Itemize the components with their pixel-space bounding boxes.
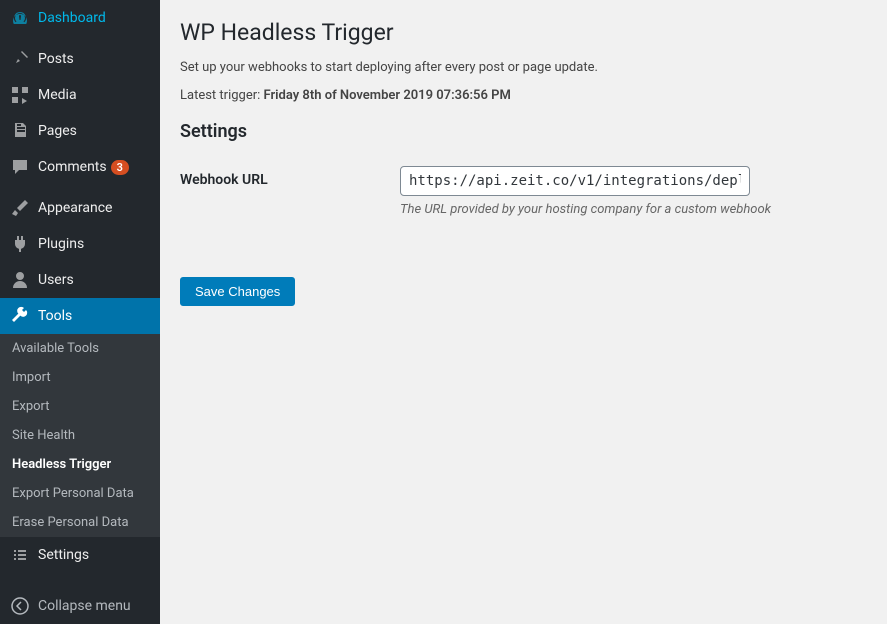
latest-trigger-label: Latest trigger: xyxy=(180,88,264,103)
sidebar-item-label: Dashboard xyxy=(38,10,106,26)
tools-submenu: Available Tools Import Export Site Healt… xyxy=(0,334,160,537)
sidebar-item-dashboard[interactable]: Dashboard xyxy=(0,0,160,36)
wrench-icon xyxy=(10,306,30,326)
submenu-item-export-personal-data[interactable]: Export Personal Data xyxy=(0,479,160,508)
webhook-hint: The URL provided by your hosting company… xyxy=(400,202,867,217)
sidebar-item-appearance[interactable]: Appearance xyxy=(0,190,160,226)
sidebar-item-settings[interactable]: Settings xyxy=(0,537,160,573)
comments-badge: 3 xyxy=(111,160,129,175)
collapse-menu[interactable]: Collapse menu xyxy=(0,588,160,624)
webhook-input[interactable] xyxy=(400,166,750,196)
submenu-item-available-tools[interactable]: Available Tools xyxy=(0,334,160,363)
sidebar-item-posts[interactable]: Posts xyxy=(0,41,160,77)
save-button[interactable]: Save Changes xyxy=(180,277,295,306)
sidebar-item-label: Media xyxy=(38,87,77,103)
settings-heading: Settings xyxy=(180,121,867,142)
settings-icon xyxy=(10,545,30,565)
brush-icon xyxy=(10,198,30,218)
sidebar-item-label: Comments xyxy=(38,159,107,175)
submenu-item-import[interactable]: Import xyxy=(0,363,160,392)
webhook-label: Webhook URL xyxy=(180,166,400,188)
collapse-icon xyxy=(10,596,30,616)
main-content: WP Headless Trigger Set up your webhooks… xyxy=(160,0,887,624)
latest-trigger-value: Friday 8th of November 2019 07:36:56 PM xyxy=(264,88,511,103)
latest-trigger: Latest trigger: Friday 8th of November 2… xyxy=(180,88,867,103)
pages-icon xyxy=(10,121,30,141)
sidebar-item-users[interactable]: Users xyxy=(0,262,160,298)
webhook-field: The URL provided by your hosting company… xyxy=(400,166,867,217)
user-icon xyxy=(10,270,30,290)
sidebar-item-label: Users xyxy=(38,272,74,288)
sidebar-item-plugins[interactable]: Plugins xyxy=(0,226,160,262)
admin-sidebar: Dashboard Posts Media Pages Comments 3 A… xyxy=(0,0,160,624)
submenu-item-erase-personal-data[interactable]: Erase Personal Data xyxy=(0,508,160,537)
sidebar-item-label: Posts xyxy=(38,51,74,67)
sidebar-item-label: Settings xyxy=(38,547,89,563)
plug-icon xyxy=(10,234,30,254)
sidebar-item-pages[interactable]: Pages xyxy=(0,113,160,149)
webhook-row: Webhook URL The URL provided by your hos… xyxy=(180,166,867,217)
media-icon xyxy=(10,85,30,105)
submenu-item-export[interactable]: Export xyxy=(0,392,160,421)
pin-icon xyxy=(10,49,30,69)
comment-icon xyxy=(10,157,30,177)
submenu-item-headless-trigger[interactable]: Headless Trigger xyxy=(0,450,160,479)
submenu-item-site-health[interactable]: Site Health xyxy=(0,421,160,450)
sidebar-item-media[interactable]: Media xyxy=(0,77,160,113)
page-description: Set up your webhooks to start deploying … xyxy=(180,60,867,75)
sidebar-item-tools[interactable]: Tools xyxy=(0,298,160,334)
collapse-label: Collapse menu xyxy=(38,598,131,614)
sidebar-item-comments[interactable]: Comments 3 xyxy=(0,149,160,185)
sidebar-item-label: Tools xyxy=(38,308,72,324)
sidebar-item-label: Appearance xyxy=(38,200,112,216)
page-title: WP Headless Trigger xyxy=(180,19,867,46)
sidebar-item-label: Plugins xyxy=(38,236,84,252)
dashboard-icon xyxy=(10,8,30,28)
sidebar-item-label: Pages xyxy=(38,123,77,139)
